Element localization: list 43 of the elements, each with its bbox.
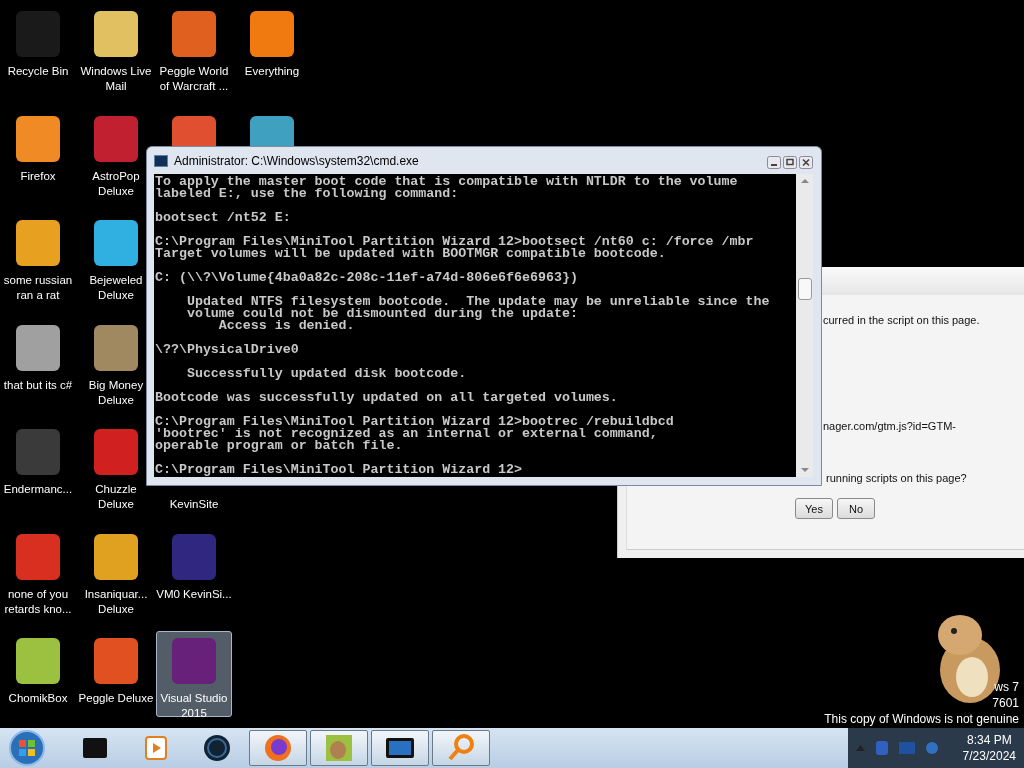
icon-label: VM0 KevinSi... (155, 586, 233, 602)
console-output: To apply the master boot code that is compatible with NTLDR to the volume labeled E:, use the following command: bootsect /nt52 E: C:\Program Files\MiniTool Partition Wizard 12>bootsect /nt60 c: /force /mbr Target volumes will be updated with BOOTMGR compatible bootcode. C: (\\?\Volume{4ba0a82c-208c-11ef-a74d-806e6f6e6963}) Updated NTFS filesystem bootcode. The update may be unreliable since the volume could not be dismounted during the update: Access is denied. \??\PhysicalDrive0 Successfully updated disk bootcode. Bootcode was successfully updated on all targeted volumes. C:\Program Files\MiniTool Partition Wizard 12>bootrec /rebuildbcd 'bootrec' is not recognized as an internal or external command, operable program or batch file. C:\Program Files\MiniTool Partition Wizard 12> (154, 174, 796, 477)
scroll-down-icon[interactable] (799, 467, 810, 473)
icon-label: ChomikBox (7, 691, 69, 706)
dialog-text: nager.com/gtm.js?id=GTM- (823, 420, 957, 432)
icon-label: Bejeweled Deluxe (88, 273, 144, 303)
scroll-up-icon[interactable] (799, 178, 810, 184)
icon-label: Insaniquar... Deluxe (83, 586, 149, 617)
maximize-button[interactable] (783, 156, 797, 169)
icon-label: Recycle Bin (6, 64, 70, 79)
browser-icon (262, 732, 294, 764)
icon-label: some russian ran a rat (2, 273, 74, 303)
watermark-text: This copy of Windows is not genuine (824, 711, 1019, 727)
scroll-thumb[interactable] (797, 278, 812, 300)
icon-label: Big Money Deluxe (87, 377, 145, 408)
taskbar-button[interactable] (371, 730, 429, 766)
icon-label: AstroPop Deluxe (91, 168, 141, 199)
close-button[interactable] (799, 156, 813, 169)
speaker-icon[interactable] (924, 740, 939, 756)
globe-icon (201, 732, 233, 764)
icon-label: Windows Live Mail (79, 64, 153, 94)
minimize-button[interactable] (767, 156, 781, 169)
icon-label: Endermanc... (2, 482, 74, 497)
dialog-text: running scripts on this page? (825, 472, 968, 484)
console-icon (154, 154, 168, 167)
network-icon[interactable] (874, 740, 889, 756)
dialog-text: curred in the script on this page. (823, 314, 981, 326)
hamster-icon (323, 732, 355, 764)
icon-label: none of you retards kno... (3, 586, 73, 617)
watermark-text: ws 7 (993, 679, 1019, 695)
icon-label: Firefox (19, 168, 57, 184)
scrollbar[interactable] (796, 174, 813, 477)
yes-button[interactable]: Yes (795, 498, 833, 519)
icon-label: Chuzzle Deluxe (94, 482, 138, 512)
icon-label: Everything (243, 64, 301, 79)
watermark-text: 7601 (991, 695, 1019, 711)
no-button[interactable]: No (837, 498, 875, 519)
icon-label: Peggle World of Warcraft ... (158, 64, 230, 94)
icon-label: Peggle Deluxe (77, 691, 155, 706)
icon-label: KevinSite (168, 497, 220, 512)
start-button[interactable] (8, 729, 46, 767)
window-title: Administrator: C:\Windows\system32\cmd.exe (174, 153, 420, 168)
icon-label: that but its c# (2, 377, 74, 393)
